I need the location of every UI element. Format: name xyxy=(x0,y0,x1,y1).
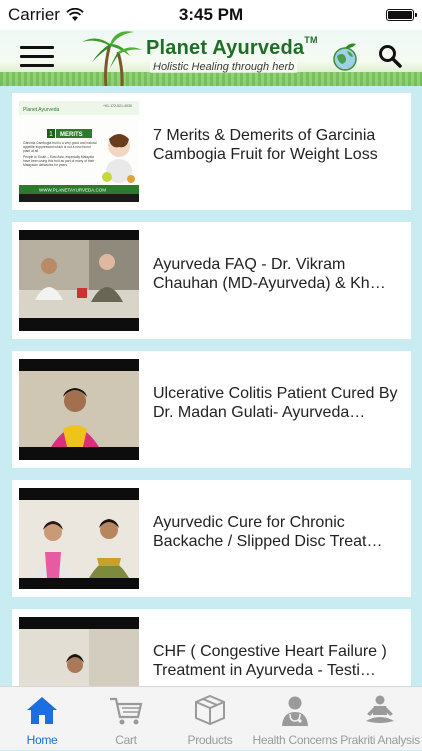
tab-cart[interactable]: Cart xyxy=(84,687,168,751)
video-title: CHF ( Congestive Heart Failure ) Treatme… xyxy=(153,643,387,679)
tab-bar: Home Cart Products Health Concerns Prakr… xyxy=(0,686,422,750)
thumb-website: WWW.PLANETAYURVEDA.COM xyxy=(39,188,106,193)
merits-slide-image: Planet Ayurveda +91-172-521-4030 1 MERIT… xyxy=(19,101,139,202)
tab-label: Cart xyxy=(115,733,137,747)
thumb-brand: Planet Ayurveda xyxy=(23,107,60,113)
brand-text: Planet Ayurveda xyxy=(146,37,305,59)
video-card[interactable]: Ulcerative Colitis Patient Cured By Dr. … xyxy=(12,351,411,468)
video-title: 7 Merits & Demerits of Garcinia Cambogia… xyxy=(153,127,378,163)
tab-label: Prakriti Analysis xyxy=(340,733,420,747)
brand-tagline: Holistic Healing through herb xyxy=(150,61,298,73)
battery-icon xyxy=(386,9,417,21)
video-card[interactable]: CHF ( Congestive Heart Failure ) Treatme… xyxy=(12,609,411,686)
grass-decoration xyxy=(0,72,422,86)
video-thumbnail xyxy=(19,488,139,589)
video-card[interactable]: Ayurvedic Cure for Chronic Backache / Sl… xyxy=(12,480,411,597)
video-thumbnail xyxy=(19,359,139,460)
meditation-icon xyxy=(366,695,394,723)
palm-tree-logo xyxy=(82,31,142,86)
video-card[interactable]: Planet Ayurveda +91-172-521-4030 1 MERIT… xyxy=(12,93,411,210)
clock: 3:45 PM xyxy=(178,5,244,24)
tab-prakriti-analysis[interactable]: Prakriti Analysis xyxy=(338,687,422,751)
video-list[interactable]: Planet Ayurveda +91-172-521-4030 1 MERIT… xyxy=(0,86,422,686)
video-still-image xyxy=(19,488,139,589)
video-title: Ulcerative Colitis Patient Cured By Dr. … xyxy=(153,385,398,421)
tab-label: Health Concerns xyxy=(252,733,338,747)
brand-name: Planet AyurvedaTM xyxy=(146,35,318,60)
tab-home[interactable]: Home xyxy=(0,687,84,751)
video-title: Ayurvedic Cure for Chronic Backache / Sl… xyxy=(153,514,383,550)
cart-icon xyxy=(110,697,143,725)
slide-point: Garcinia Cambogia fruit is a very good a… xyxy=(23,141,97,153)
video-thumbnail: Planet Ayurveda +91-172-521-4030 1 MERIT… xyxy=(19,101,139,202)
app-header: Planet AyurvedaTM Holistic Healing throu… xyxy=(0,30,422,86)
search-icon[interactable] xyxy=(378,44,402,73)
globe-leaf-icon xyxy=(333,43,357,71)
box-icon xyxy=(195,694,225,726)
tab-label: Products xyxy=(187,733,233,747)
doctor-icon xyxy=(282,696,308,726)
video-thumbnail xyxy=(19,617,139,686)
video-still-image xyxy=(19,230,139,331)
trademark: TM xyxy=(304,35,318,45)
slide-point: People in South – East Asia, especially … xyxy=(23,155,95,167)
tab-products[interactable]: Products xyxy=(168,687,252,751)
hamburger-menu-icon[interactable] xyxy=(20,46,54,68)
merits-heading: MERITS xyxy=(60,132,83,138)
thumb-phone: +91-172-521-4030 xyxy=(103,104,132,108)
video-thumbnail xyxy=(19,230,139,331)
video-card[interactable]: Ayurveda FAQ - Dr. Vikram Chauhan (MD-Ay… xyxy=(12,222,411,339)
home-icon xyxy=(27,697,57,724)
slide-points: Garcinia Cambogia fruit is a very good a… xyxy=(23,141,97,167)
video-still-image xyxy=(19,617,139,686)
tab-label: Home xyxy=(26,733,58,747)
merits-number: 1 xyxy=(49,131,53,138)
video-still-image xyxy=(19,359,139,460)
tab-health-concerns[interactable]: Health Concerns xyxy=(252,687,338,751)
video-title: Ayurveda FAQ - Dr. Vikram Chauhan (MD-Ay… xyxy=(153,256,386,292)
status-bar: Carrier 3:45 PM xyxy=(0,0,422,30)
